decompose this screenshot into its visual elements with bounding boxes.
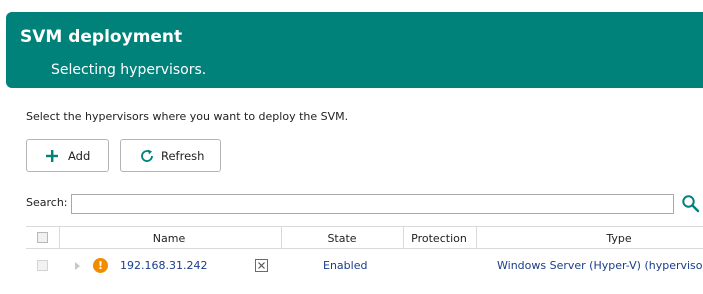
column-separator (403, 227, 404, 248)
refresh-button-label: Refresh (161, 148, 205, 163)
column-separator (59, 227, 60, 248)
instruction-text: Select the hypervisors where you want to… (26, 110, 349, 123)
column-header-name[interactable]: Name (153, 232, 185, 245)
refresh-button[interactable]: Refresh (120, 139, 221, 172)
wizard-subtitle: Selecting hypervisors. (51, 62, 207, 78)
warning-icon: ! (93, 258, 108, 273)
row-type: Windows Server (Hyper-V) (hypervisor a (497, 259, 703, 272)
column-separator (476, 227, 477, 248)
remove-icon[interactable] (255, 259, 268, 272)
column-header-type[interactable]: Type (606, 232, 631, 245)
wizard-title: SVM deployment (20, 27, 183, 47)
add-button-label: Add (68, 148, 91, 163)
select-all-checkbox[interactable] (37, 232, 48, 243)
plus-icon (44, 148, 60, 164)
row-state: Enabled (323, 259, 368, 272)
wizard-header: SVM deployment Selecting hypervisors. (6, 12, 703, 88)
search-icon[interactable] (681, 194, 700, 213)
column-header-state[interactable]: State (327, 232, 356, 245)
search-input[interactable] (71, 194, 674, 214)
column-header-protection[interactable]: Protection (411, 232, 467, 245)
column-separator (281, 227, 282, 248)
table-row[interactable]: ! 192.168.31.242 Enabled Windows Server … (26, 250, 703, 282)
search-label: Search: (26, 196, 68, 209)
chevron-right-icon[interactable] (75, 262, 80, 270)
grid-header: Name State Protection Type (26, 226, 703, 249)
refresh-icon (139, 148, 155, 164)
add-button[interactable]: Add (26, 139, 109, 172)
row-name: 192.168.31.242 (120, 259, 208, 272)
row-checkbox[interactable] (37, 260, 48, 271)
